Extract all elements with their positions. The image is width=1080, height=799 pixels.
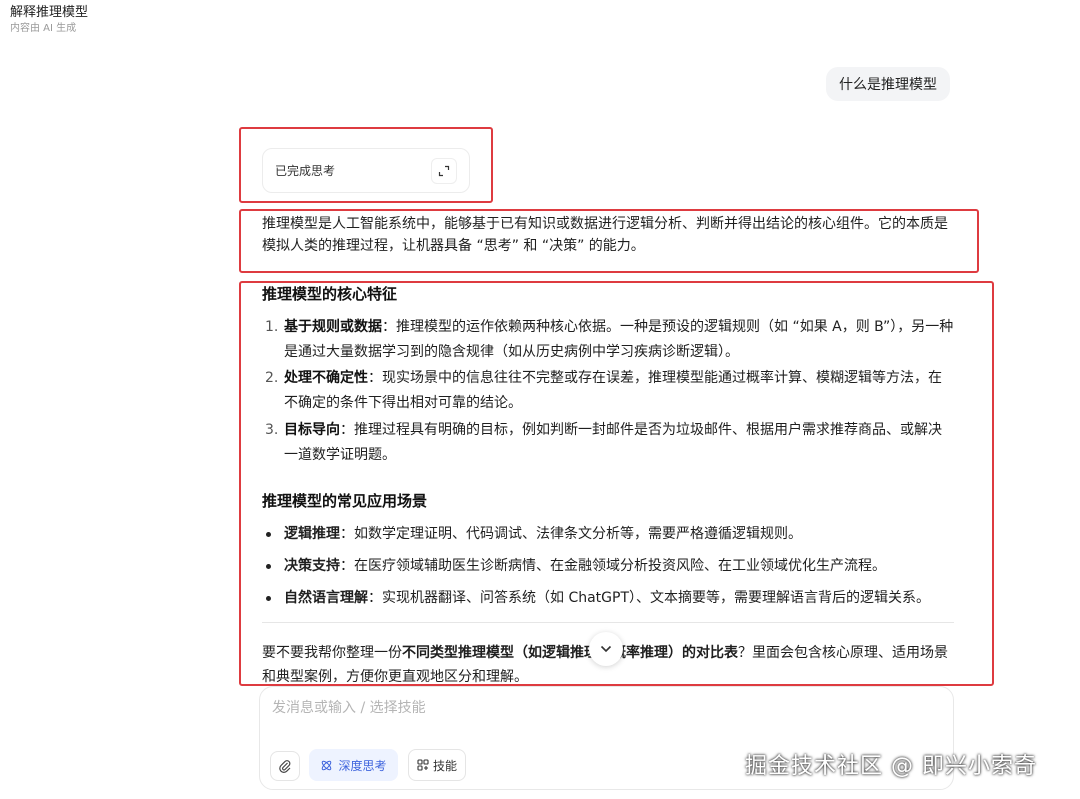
list-number: 1.: [265, 319, 279, 335]
deep-think-label: 深度思考: [338, 758, 387, 773]
scroll-to-bottom-button[interactable]: [589, 632, 623, 666]
list-item: 自然语言理解：实现机器翻译、问答系统（如 ChatGPT）、文本摘要等，需要理解…: [262, 586, 954, 610]
list-item: 1. 基于规则或数据：推理模型的运作依赖两种核心依据。一种是预设的逻辑规则（如 …: [262, 315, 954, 365]
bullet-dot: [266, 564, 271, 569]
thinking-status-label: 已完成思考: [275, 164, 336, 178]
bullet-dot: [266, 596, 271, 601]
applications-heading: 推理模型的常见应用场景: [262, 492, 428, 510]
thinking-status-card[interactable]: 已完成思考: [262, 148, 470, 193]
user-message-bubble: 什么是推理模型: [826, 67, 950, 101]
bullet-dot: [266, 532, 271, 537]
list-text: ：在医疗领域辅助医生诊断病情、在金融领域分析投资风险、在工业领域优化生产流程。: [340, 558, 886, 574]
watermark: 掘金技术社区 @ 即兴小索奇: [745, 754, 1037, 779]
chevron-down-icon: [600, 645, 612, 653]
apps-grid-icon: [417, 759, 429, 771]
features-heading: 推理模型的核心特征: [262, 285, 398, 303]
list-term: 目标导向: [284, 422, 340, 438]
skills-label: 技能: [432, 758, 457, 773]
list-term: 逻辑推理: [284, 526, 340, 542]
answer-intro: 推理模型是人工智能系统中，能够基于已有知识或数据进行逻辑分析、判断并得出结论的核…: [262, 216, 948, 254]
list-number: 3.: [265, 422, 279, 438]
list-item: 3. 目标导向：推理过程具有明确的目标，例如判断一封邮件是否为垃圾邮件、根据用户…: [262, 418, 954, 468]
list-text: ：推理过程具有明确的目标，例如判断一封邮件是否为垃圾邮件、根据用户需求推荐商品、…: [284, 422, 942, 463]
list-term: 基于规则或数据: [284, 319, 382, 335]
atom-icon: [322, 760, 332, 770]
list-term: 决策支持: [284, 558, 340, 574]
skills-button[interactable]: 技能: [408, 749, 466, 781]
followup-prefix: 要不要我帮你整理一份: [262, 645, 402, 661]
list-text: ：现实场景中的信息往往不完整或存在误差，推理模型能通过概率计算、模糊逻辑等方法，…: [284, 370, 942, 411]
conversation-title: 解释推理模型: [10, 5, 89, 20]
paperclip-icon: [279, 760, 291, 773]
message-input[interactable]: [270, 699, 934, 717]
list-item: 2. 处理不确定性：现实场景中的信息往往不完整或存在误差，推理模型能通过概率计算…: [262, 366, 954, 416]
list-item: 逻辑推理：如数学定理证明、代码调试、法律条文分析等，需要严格遵循逻辑规则。: [262, 522, 954, 546]
ai-generated-note: 内容由 AI 生成: [10, 23, 77, 34]
list-item: 决策支持：在医疗领域辅助医生诊断病情、在金融领域分析投资风险、在工业领域优化生产…: [262, 554, 954, 578]
section-divider: [262, 622, 954, 623]
list-term: 自然语言理解: [284, 590, 368, 606]
conversation-header: 解释推理模型 内容由 AI 生成: [10, 4, 88, 36]
deep-think-button[interactable]: 深度思考: [309, 749, 398, 781]
expand-icon[interactable]: [431, 157, 457, 184]
attach-button[interactable]: [270, 751, 300, 781]
followup-bold: 不同类型推理模型（如逻辑推理、概率推理）的对比表: [402, 645, 738, 661]
list-text: ：推理模型的运作依赖两种核心依据。一种是预设的逻辑规则（如 “如果 A，则 B”…: [284, 319, 954, 360]
list-number: 2.: [265, 370, 279, 386]
list-term: 处理不确定性: [284, 370, 368, 386]
list-text: ：实现机器翻译、问答系统（如 ChatGPT）、文本摘要等，需要理解语言背后的逻…: [368, 590, 931, 606]
list-text: ：如数学定理证明、代码调试、法律条文分析等，需要严格遵循逻辑规则。: [340, 526, 802, 542]
